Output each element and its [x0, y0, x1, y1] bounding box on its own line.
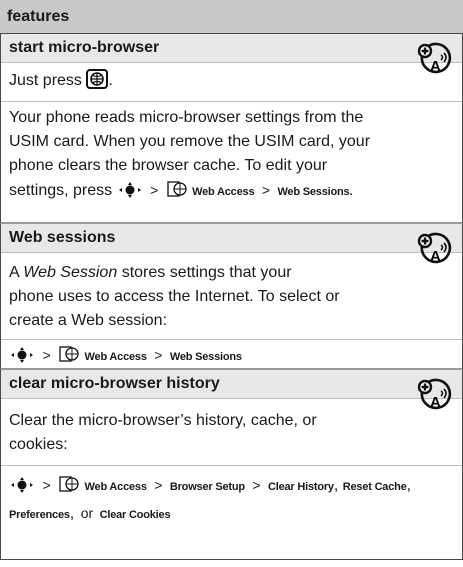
- section-title: clear micro-browser history: [1, 370, 462, 399]
- menu-path: > Web Access > Browser Setup > Clear His…: [1, 465, 462, 528]
- section-title: Web sessions: [1, 224, 462, 253]
- section-title: start micro-browser: [1, 34, 462, 63]
- description: Clear the micro-browser’s history, cache…: [9, 412, 317, 453]
- web-browser-key-icon: [86, 69, 109, 89]
- section-clear-micro-browser-history: clear micro-browser history A Clear the …: [0, 370, 463, 560]
- web-access-icon: [167, 181, 187, 197]
- navigation-key-icon: [118, 182, 141, 198]
- description: Your phone reads micro-browser settings …: [1, 101, 462, 204]
- section-start-micro-browser: start micro-browser A Just press . Your …: [0, 34, 463, 224]
- web-access-icon: [59, 346, 79, 362]
- menu-path: > Web Access > Web Sessions: [1, 339, 462, 369]
- svg-text:A: A: [430, 248, 441, 265]
- section-web-sessions: Web sessions A A Web Session stores sett…: [0, 224, 463, 370]
- description: A Web Session stores settings that your …: [9, 264, 340, 329]
- network-feature-icon: A: [417, 232, 452, 265]
- menu-path: settings, press > Web Access > Web Sessi…: [9, 181, 353, 199]
- table-header: features: [0, 0, 463, 34]
- navigation-key-icon: [11, 477, 33, 493]
- header-title: features: [7, 7, 70, 25]
- press-line: Just press .: [1, 63, 462, 101]
- network-feature-icon: A: [417, 378, 452, 411]
- web-access-icon: [59, 476, 79, 492]
- features-table: features start micro-browser A Just pres…: [0, 0, 463, 560]
- svg-text:A: A: [430, 58, 441, 75]
- svg-text:A: A: [430, 394, 441, 411]
- network-feature-icon: A: [417, 42, 452, 75]
- navigation-key-icon: [11, 347, 33, 363]
